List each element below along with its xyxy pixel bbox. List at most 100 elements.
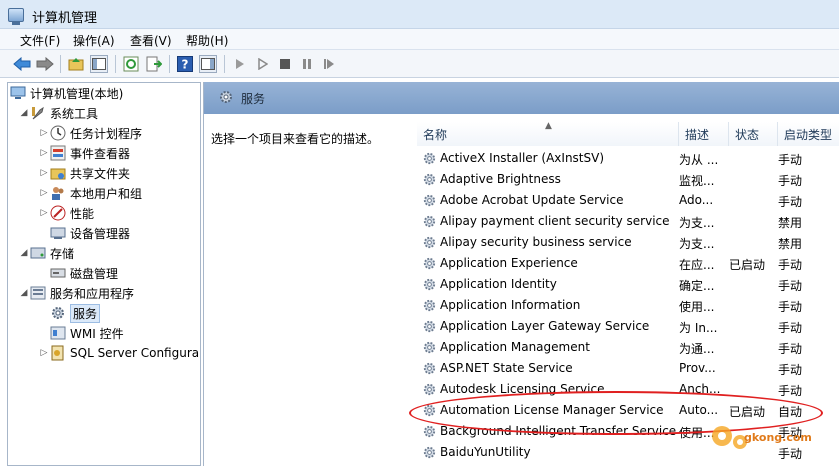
collapse-arrow-icon[interactable]: ◢ xyxy=(18,108,30,118)
tree-node-services[interactable]: 服务 xyxy=(50,303,101,323)
column-header-name[interactable]: ▲ 名称 xyxy=(417,121,679,146)
column-header-status[interactable]: 状态 xyxy=(729,122,778,146)
tree-node-event-viewer[interactable]: ▷ 事件查看器 xyxy=(38,143,130,163)
tree-node-computer-management[interactable]: 计算机管理(本地) xyxy=(10,83,123,103)
disk-icon xyxy=(50,265,66,281)
start-service-outline-icon[interactable] xyxy=(254,55,272,73)
shared-folder-icon xyxy=(50,165,66,181)
gear-icon xyxy=(50,305,66,321)
tree-node-disk-management[interactable]: 磁盘管理 xyxy=(50,263,118,283)
pause-service-icon[interactable] xyxy=(298,55,316,73)
tree-node-services-applications[interactable]: ◢ 服务和应用程序 xyxy=(18,283,134,303)
service-description-cell: Auto... xyxy=(679,403,719,417)
service-row[interactable]: Application Identity 确定... 手动 xyxy=(417,274,839,295)
service-row[interactable]: Adobe Acrobat Update Service Ado... 手动 xyxy=(417,190,839,211)
expand-arrow-icon[interactable]: ▷ xyxy=(38,168,50,178)
tree-node-sql-server-configuration[interactable]: ▷ SQL Server Configura xyxy=(38,343,199,363)
service-name: Application Information xyxy=(440,298,581,312)
collapse-arrow-icon[interactable]: ◢ xyxy=(18,248,30,258)
service-gear-icon xyxy=(422,235,437,250)
stop-service-icon[interactable] xyxy=(276,55,294,73)
show-hide-action-pane-icon[interactable] xyxy=(199,55,217,73)
services-list[interactable]: ▲ 名称 描述 状态 启动类型 ActiveX Installer (AxIns… xyxy=(417,121,839,466)
help-icon[interactable]: ? xyxy=(176,55,194,73)
service-description-cell: 为 In... xyxy=(679,321,718,335)
service-row[interactable]: Alipay payment client security service 为支… xyxy=(417,211,839,232)
column-header-description[interactable]: 描述 xyxy=(679,122,729,146)
expand-arrow-icon[interactable]: ▷ xyxy=(38,128,50,138)
service-row[interactable]: Application Layer Gateway Service 为 In...… xyxy=(417,316,839,337)
service-startup-type: 禁用 xyxy=(778,216,803,230)
show-hide-console-tree-icon[interactable] xyxy=(90,55,108,73)
service-name: Alipay payment client security service xyxy=(440,214,670,228)
computer-management-app-icon xyxy=(8,8,24,25)
service-gear-icon xyxy=(422,193,437,208)
expand-arrow-icon[interactable]: ▷ xyxy=(38,208,50,218)
service-row[interactable]: Automation License Manager Service Auto..… xyxy=(417,400,839,421)
computer-management-icon xyxy=(10,85,26,101)
service-row[interactable]: Alipay security business service 为支... 禁用 xyxy=(417,232,839,253)
menu-file[interactable]: 文件(F) xyxy=(20,32,60,49)
menu-help[interactable]: 帮助(H) xyxy=(186,32,228,49)
tree-node-device-manager[interactable]: 设备管理器 xyxy=(50,223,130,243)
tree-node-local-users-groups[interactable]: ▷ 本地用户和组 xyxy=(38,183,142,203)
service-startup-type: 手动 xyxy=(778,279,803,293)
service-startup-type: 手动 xyxy=(778,342,803,356)
tree-node-system-tools[interactable]: ◢ 系统工具 xyxy=(18,103,98,123)
sql-server-icon xyxy=(50,345,66,361)
title-bar: 计算机管理 xyxy=(0,0,839,29)
export-list-icon[interactable] xyxy=(145,55,163,73)
start-service-icon[interactable] xyxy=(231,55,249,73)
wmi-icon xyxy=(50,325,66,341)
gear-icon xyxy=(218,89,234,105)
toolbar-separator xyxy=(60,55,61,73)
up-folder-icon[interactable] xyxy=(67,55,85,73)
service-description-cell: 为支... xyxy=(679,216,715,230)
event-viewer-icon xyxy=(50,145,66,161)
expand-arrow-icon[interactable]: ▷ xyxy=(38,348,50,358)
service-row[interactable]: Application Experience 在应... 已启动 手动 xyxy=(417,253,839,274)
toolbar-separator xyxy=(169,55,170,73)
menu-action[interactable]: 操作(A) xyxy=(73,32,115,49)
expand-arrow-icon[interactable]: ▷ xyxy=(38,148,50,158)
tree-node-performance[interactable]: ▷ 性能 xyxy=(38,203,94,223)
service-row[interactable]: ASP.NET State Service Prov... 手动 xyxy=(417,358,839,379)
service-startup-type: 手动 xyxy=(778,300,803,314)
service-row[interactable]: Autodesk Licensing Service Anch... 手动 xyxy=(417,379,839,400)
tree-node-task-scheduler[interactable]: ▷ 任务计划程序 xyxy=(38,123,142,143)
service-description-cell: 使用... xyxy=(679,300,715,314)
services-pane-header: 服务 xyxy=(204,82,839,114)
restart-service-icon[interactable] xyxy=(320,55,338,73)
collapse-arrow-icon[interactable]: ◢ xyxy=(18,288,30,298)
console-tree[interactable]: 计算机管理(本地) ◢ 系统工具 ▷ 任务计划程序 ▷ 事件查看器 ▷ 共享文件… xyxy=(7,82,201,466)
column-header-startup-type[interactable]: 启动类型 xyxy=(778,122,839,146)
service-description-cell: 使用... xyxy=(679,426,715,440)
users-icon xyxy=(50,185,66,201)
service-row[interactable]: Application Management 为通... 手动 xyxy=(417,337,839,358)
tree-node-shared-folders[interactable]: ▷ 共享文件夹 xyxy=(38,163,130,183)
service-name: Background Intelligent Transfer Service xyxy=(440,424,677,438)
sort-ascending-icon: ▲ xyxy=(545,121,552,131)
menu-view[interactable]: 查看(V) xyxy=(130,32,172,49)
storage-icon xyxy=(30,245,46,261)
service-startup-type: 手动 xyxy=(778,153,803,167)
service-row[interactable]: BaiduYunUtility 手动 xyxy=(417,442,839,463)
service-description-cell: 为从 ... xyxy=(679,153,719,167)
forward-arrow-icon[interactable] xyxy=(36,55,54,73)
back-arrow-icon[interactable] xyxy=(13,55,31,73)
service-description-cell: Ado... xyxy=(679,193,714,207)
clock-icon xyxy=(50,125,66,141)
service-gear-icon xyxy=(422,214,437,229)
tree-node-wmi-control[interactable]: WMI 控件 xyxy=(50,323,124,343)
service-name: Application Layer Gateway Service xyxy=(440,319,650,333)
service-row[interactable]: ActiveX Installer (AxInstSV) 为从 ... 手动 xyxy=(417,148,839,169)
service-description-cell: Prov... xyxy=(679,361,716,375)
refresh-icon[interactable] xyxy=(122,55,140,73)
service-row[interactable]: Adaptive Brightness 监视... 手动 xyxy=(417,169,839,190)
service-row[interactable]: Application Information 使用... 手动 xyxy=(417,295,839,316)
tree-node-storage[interactable]: ◢ 存储 xyxy=(18,243,74,263)
service-name: Alipay security business service xyxy=(440,235,632,249)
service-name: BaiduYunUtility xyxy=(440,445,531,459)
service-gear-icon xyxy=(422,277,437,292)
expand-arrow-icon[interactable]: ▷ xyxy=(38,188,50,198)
